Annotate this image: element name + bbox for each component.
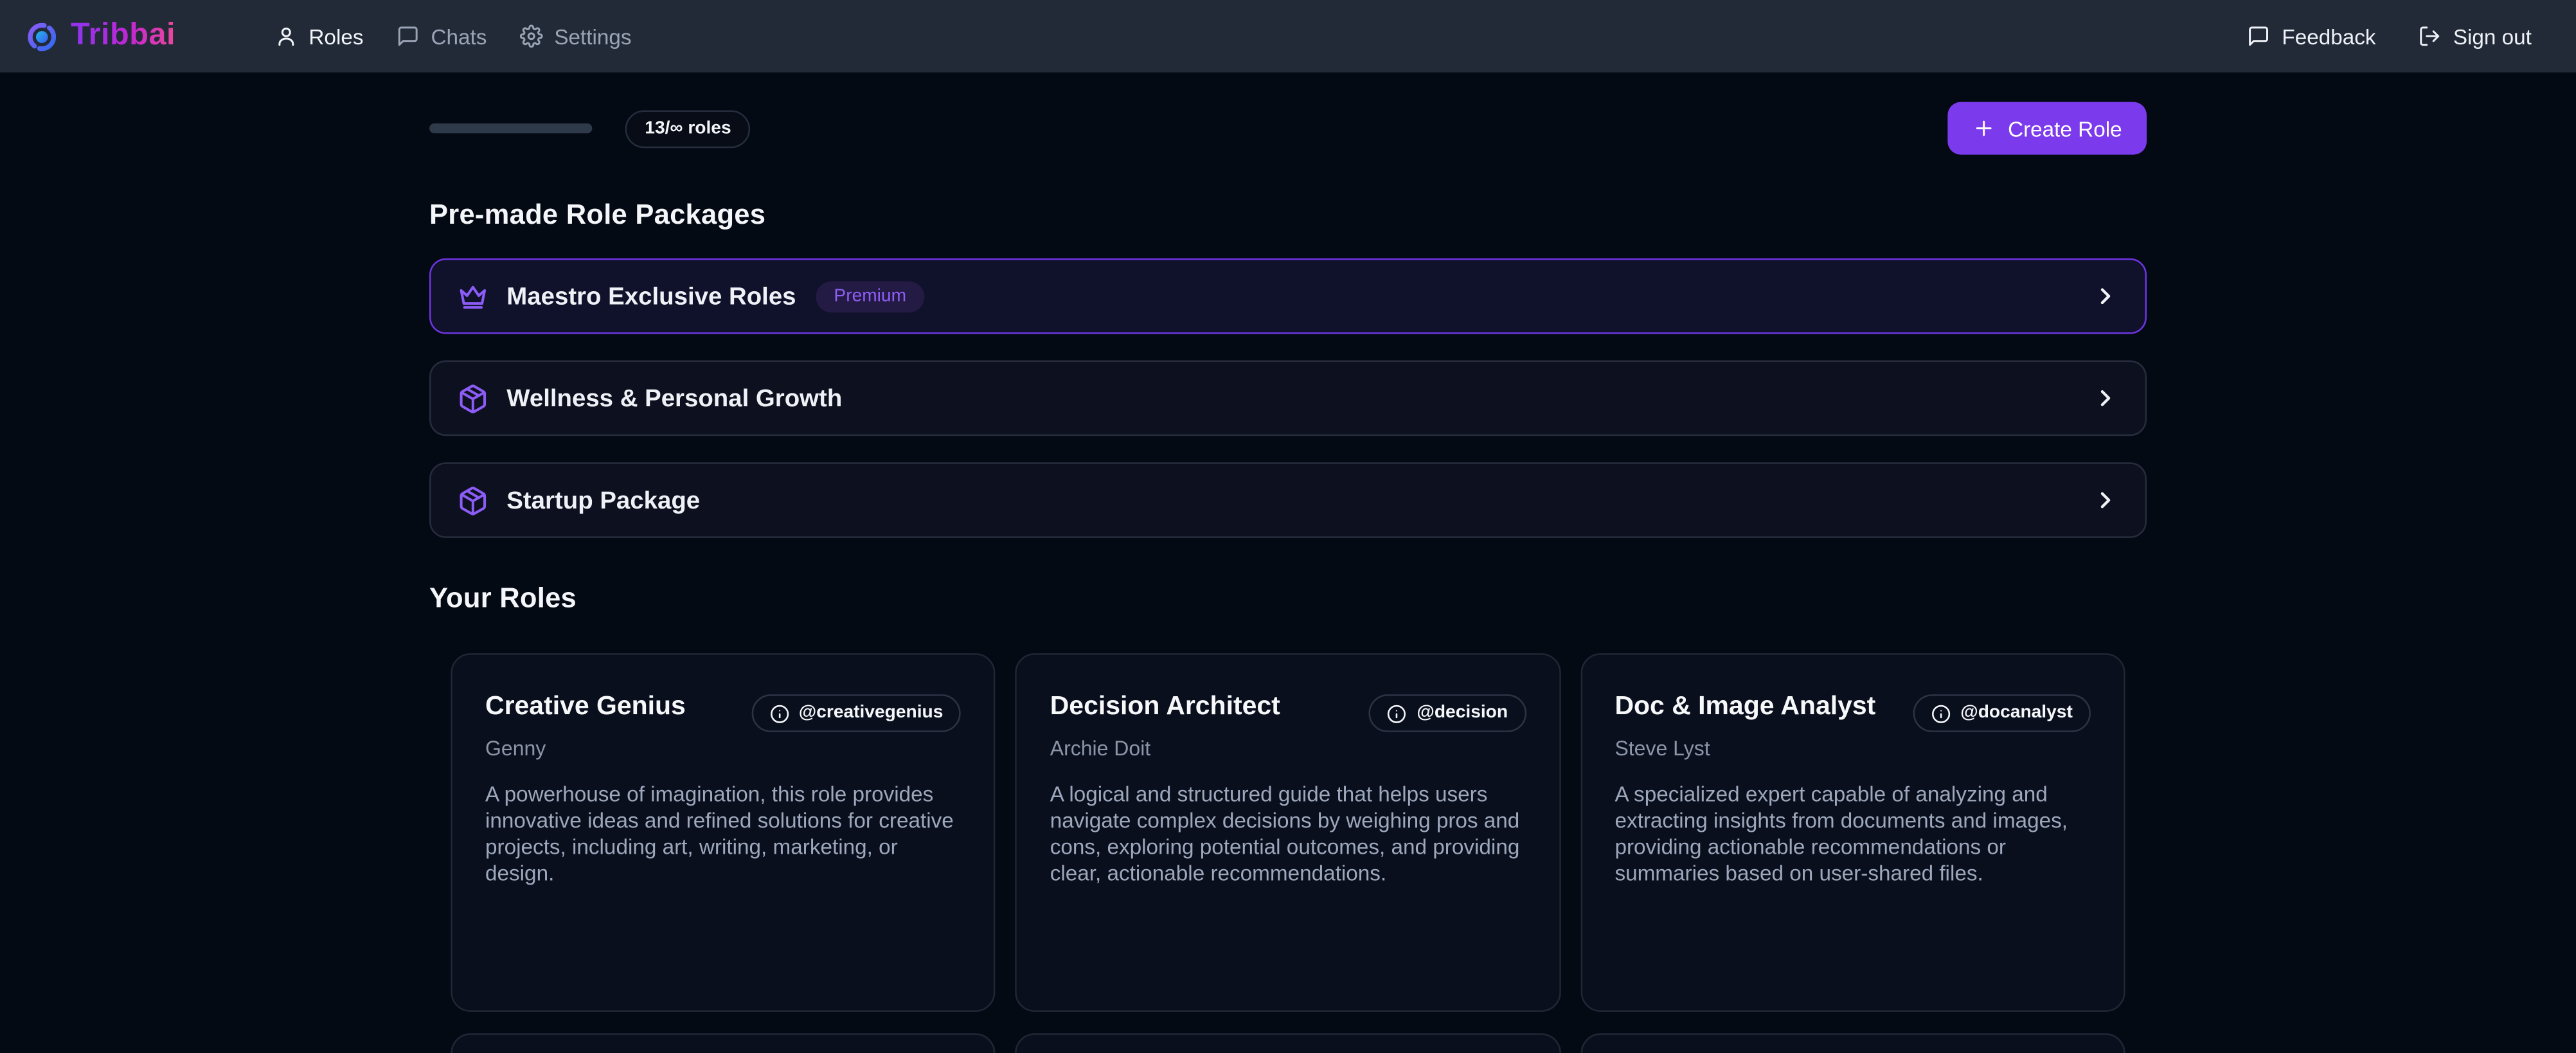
roles-count-badge: 13/∞ roles bbox=[625, 109, 751, 147]
role-card-decision-architect[interactable]: Decision Architect @decision Archie Doit… bbox=[1015, 653, 1561, 1012]
sign-out-label: Sign out bbox=[2453, 24, 2532, 48]
tribbai-logo-icon bbox=[26, 21, 58, 52]
role-handle-badge[interactable]: @creativegenius bbox=[751, 694, 962, 732]
nav-item-roles[interactable]: Roles bbox=[274, 24, 364, 48]
package-row-startup[interactable]: Startup Package bbox=[429, 462, 2147, 538]
role-handle: @decision bbox=[1417, 703, 1508, 724]
package-name: Startup Package bbox=[506, 486, 700, 514]
chevron-right-icon bbox=[2093, 487, 2119, 514]
package-name: Maestro Exclusive Roles bbox=[506, 282, 796, 310]
roles-usage-progress bbox=[429, 123, 592, 133]
nav-item-label: Roles bbox=[309, 24, 363, 48]
user-icon bbox=[274, 24, 298, 48]
create-role-button[interactable]: Create Role bbox=[1947, 102, 2147, 155]
package-name: Wellness & Personal Growth bbox=[506, 384, 842, 413]
roles-grid: Creative Genius @creativegenius Genny A … bbox=[429, 653, 2147, 1053]
package-row-maestro[interactable]: Maestro Exclusive Roles Premium bbox=[429, 258, 2147, 334]
role-handle-badge[interactable]: @docanalyst bbox=[1913, 694, 2091, 732]
role-subtitle: Genny bbox=[485, 737, 962, 760]
role-handle: @creativegenius bbox=[799, 703, 944, 724]
create-role-label: Create Role bbox=[2008, 116, 2122, 140]
top-nav-bar: Tribbai Roles Chats bbox=[0, 0, 2576, 73]
role-description: A specialized expert capable of analyzin… bbox=[1614, 782, 2091, 887]
role-handle-badge[interactable]: @decision bbox=[1369, 694, 1526, 732]
role-subtitle: Archie Doit bbox=[1050, 737, 1526, 760]
role-card-partial[interactable] bbox=[451, 1033, 996, 1053]
role-card-partial[interactable] bbox=[1015, 1033, 1561, 1053]
info-icon bbox=[1387, 703, 1407, 723]
role-card-partial[interactable] bbox=[1580, 1033, 2125, 1053]
main-nav: Roles Chats Settings bbox=[274, 24, 632, 48]
chevron-right-icon bbox=[2093, 283, 2119, 309]
sign-out-icon bbox=[2419, 24, 2442, 48]
package-icon bbox=[458, 485, 489, 516]
role-title: Doc & Image Analyst bbox=[1614, 691, 1875, 725]
chat-bubble-icon bbox=[397, 24, 420, 48]
app-window: Tribbai Roles Chats bbox=[0, 0, 2576, 1053]
info-icon bbox=[1931, 703, 1951, 723]
feedback-bubble-icon bbox=[2248, 24, 2271, 48]
sign-out-button[interactable]: Sign out bbox=[2419, 24, 2532, 48]
package-row-wellness[interactable]: Wellness & Personal Growth bbox=[429, 361, 2147, 437]
nav-item-label: Settings bbox=[554, 24, 631, 48]
feedback-button[interactable]: Feedback bbox=[2248, 24, 2376, 48]
nav-item-settings[interactable]: Settings bbox=[520, 24, 632, 48]
role-title: Creative Genius bbox=[485, 691, 686, 725]
premium-badge: Premium bbox=[816, 280, 924, 312]
role-description: A logical and structured guide that help… bbox=[1050, 782, 1526, 887]
role-description: A powerhouse of imagination, this role p… bbox=[485, 782, 962, 887]
role-handle: @docanalyst bbox=[1960, 703, 2073, 724]
plus-icon bbox=[1972, 117, 1995, 140]
gear-icon bbox=[520, 24, 543, 48]
role-title: Decision Architect bbox=[1050, 691, 1280, 725]
main-content: 13/∞ roles Create Role Pre-made Role Pac… bbox=[429, 102, 2147, 1053]
nav-item-label: Chats bbox=[431, 24, 487, 48]
brand-logo[interactable]: Tribbai bbox=[26, 18, 175, 54]
feedback-label: Feedback bbox=[2282, 24, 2375, 48]
package-icon bbox=[458, 382, 489, 414]
nav-item-chats[interactable]: Chats bbox=[397, 24, 487, 48]
role-card-doc-image-analyst[interactable]: Doc & Image Analyst @docanalyst Steve Ly… bbox=[1580, 653, 2125, 1012]
crown-icon bbox=[458, 280, 489, 312]
roles-toolbar: 13/∞ roles Create Role bbox=[429, 102, 2147, 155]
info-icon bbox=[769, 703, 789, 723]
package-list: Maestro Exclusive Roles Premium Wellness… bbox=[429, 258, 2147, 538]
chevron-right-icon bbox=[2093, 385, 2119, 411]
your-roles-section-title: Your Roles bbox=[429, 582, 2147, 615]
role-card-creative-genius[interactable]: Creative Genius @creativegenius Genny A … bbox=[451, 653, 996, 1012]
packages-section-title: Pre-made Role Packages bbox=[429, 199, 2147, 232]
role-subtitle: Steve Lyst bbox=[1614, 737, 2091, 760]
brand-name: Tribbai bbox=[71, 18, 175, 54]
